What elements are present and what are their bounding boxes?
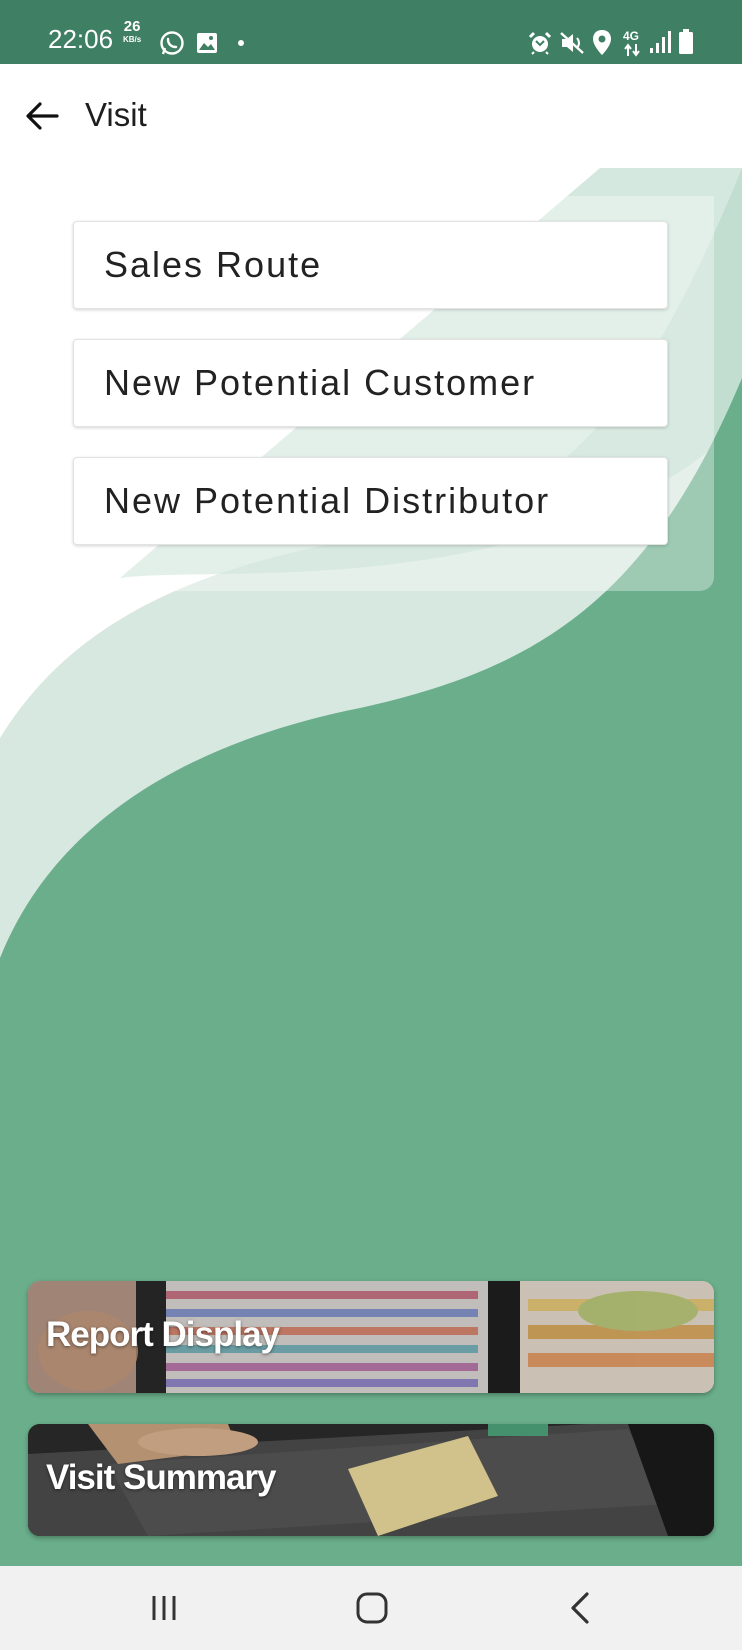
network-speed: 26 KB/s	[123, 19, 142, 46]
status-bar: 22:06 26 KB/s 4G	[0, 0, 742, 64]
home-button[interactable]	[342, 1580, 402, 1636]
report-display-label: Report Display	[46, 1315, 280, 1354]
new-potential-customer-button[interactable]: New Potential Customer	[73, 339, 668, 427]
system-nav-bar	[0, 1566, 742, 1650]
network-speed-unit: KB/s	[123, 35, 142, 44]
mute-icon	[560, 32, 584, 54]
status-time: 22:06	[48, 24, 114, 54]
page-title: Visit	[85, 96, 147, 133]
dot-icon	[238, 40, 244, 46]
network-type-label: 4G	[623, 29, 640, 43]
visit-summary-card[interactable]: Visit Summary	[28, 1424, 714, 1536]
visit-summary-label: Visit Summary	[46, 1458, 277, 1497]
back-button[interactable]	[18, 92, 66, 140]
4g-icon: 4G	[623, 29, 643, 57]
location-icon	[593, 30, 611, 55]
recents-button[interactable]	[134, 1580, 194, 1636]
signal-icon	[650, 31, 671, 53]
home-icon	[356, 1592, 388, 1624]
recents-icon	[152, 1596, 176, 1620]
report-display-card[interactable]: Report Display	[28, 1281, 714, 1393]
battery-icon	[679, 29, 693, 54]
app-bar: Visit	[0, 64, 742, 168]
new-potential-distributor-button[interactable]: New Potential Distributor	[73, 457, 668, 545]
whatsapp-icon	[160, 31, 184, 55]
sales-route-button[interactable]: Sales Route	[73, 221, 668, 309]
back-icon	[571, 1592, 589, 1624]
nav-back-button[interactable]	[550, 1580, 610, 1636]
arrow-left-icon	[26, 102, 59, 130]
alarm-icon	[528, 31, 552, 55]
gallery-icon	[197, 33, 217, 53]
